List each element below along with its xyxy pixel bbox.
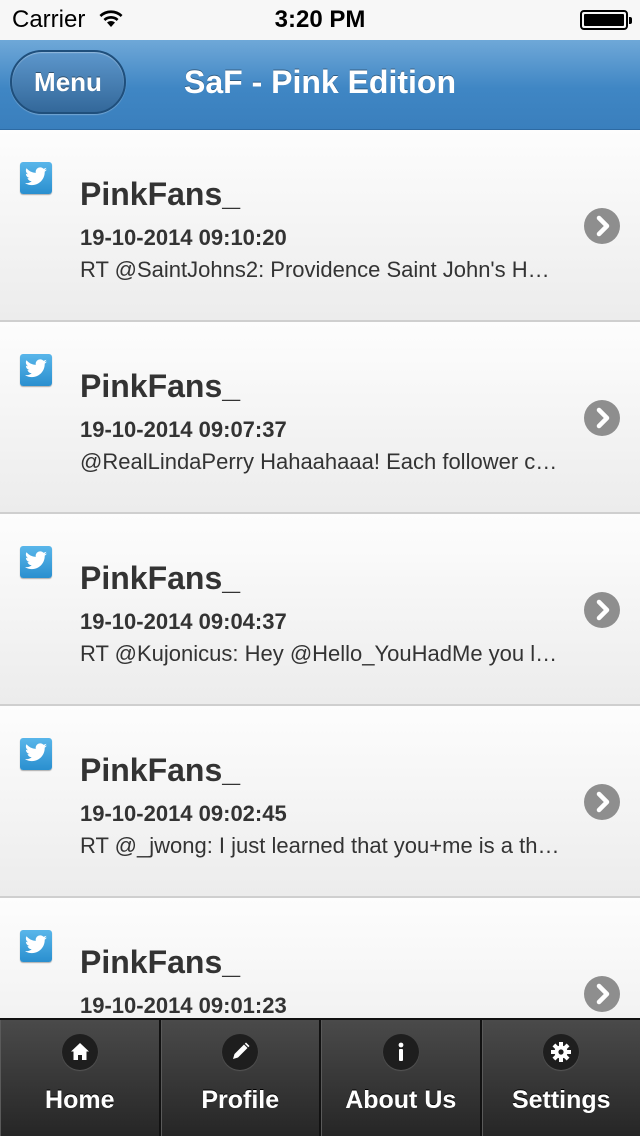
chevron-right-icon[interactable] [584,592,620,628]
list-item[interactable]: PinkFans_ 19-10-2014 09:01:23 [0,898,640,1020]
page-title: SaF - Pink Edition [183,64,456,100]
tab-about-us[interactable]: About Us [321,1020,482,1136]
app-header: Menu SaF - Pink Edition [0,40,640,130]
tweet-username: PinkFans_ [80,176,241,212]
tweet-username: PinkFans_ [80,944,241,980]
tab-label: Home [45,1086,115,1114]
pencil-icon [222,1034,259,1070]
tweet-timestamp: 19-10-2014 09:01:23 [80,993,287,1018]
chevron-right-icon[interactable] [584,400,620,436]
tweet-text: RT @SaintJohns2: Providence Saint John's… [80,257,560,282]
chevron-right-icon[interactable] [584,784,620,820]
tab-label: Settings [511,1086,611,1114]
list-item[interactable]: PinkFans_ 19-10-2014 09:04:37 RT @Kujoni… [0,514,640,706]
chevron-right-icon[interactable] [584,208,620,244]
tab-home[interactable]: Home [0,1020,161,1136]
tweet-timestamp: 19-10-2014 09:04:37 [80,609,287,634]
tweet-text: RT @_jwong: I just learned that you+me i… [80,833,560,858]
list-item[interactable]: PinkFans_ 19-10-2014 09:07:37 @RealLinda… [0,322,640,514]
tweet-username: PinkFans_ [80,368,241,404]
info-icon [382,1034,419,1070]
tab-label: About Us [345,1086,457,1114]
status-bar: Carrier 3:20 PM [0,0,640,40]
battery-icon [580,10,632,30]
tweet-timestamp: 19-10-2014 09:02:45 [80,801,287,826]
gear-icon [543,1034,580,1070]
twitter-icon [20,738,52,770]
tweet-timestamp: 19-10-2014 09:10:20 [80,225,287,250]
twitter-icon [20,162,52,194]
tweet-username: PinkFans_ [80,560,241,596]
tweet-text: RT @Kujonicus: Hey @Hello_YouHadMe you l… [80,641,560,666]
tweet-list: PinkFans_ 19-10-2014 09:10:20 RT @SaintJ… [0,130,640,1020]
tweet-username: PinkFans_ [80,752,241,788]
status-time: 3:20 PM [274,6,366,33]
tweet-timestamp: 19-10-2014 09:07:37 [80,417,287,442]
tab-label: Profile [201,1086,280,1114]
list-item[interactable]: PinkFans_ 19-10-2014 09:02:45 RT @_jwong… [0,706,640,898]
twitter-icon [20,546,52,578]
chevron-right-icon[interactable] [584,976,620,1012]
tab-profile[interactable]: Profile [160,1020,321,1136]
tab-settings[interactable]: Settings [481,1020,640,1136]
tweet-text: @RealLindaPerry Hahaahaaa! Each follower… [80,449,560,474]
home-icon [61,1034,98,1070]
twitter-icon [20,354,52,386]
twitter-icon [20,930,52,962]
tab-bar: Home Profile About Us Settings [0,1018,640,1136]
list-item[interactable]: PinkFans_ 19-10-2014 09:10:20 RT @SaintJ… [0,130,640,322]
